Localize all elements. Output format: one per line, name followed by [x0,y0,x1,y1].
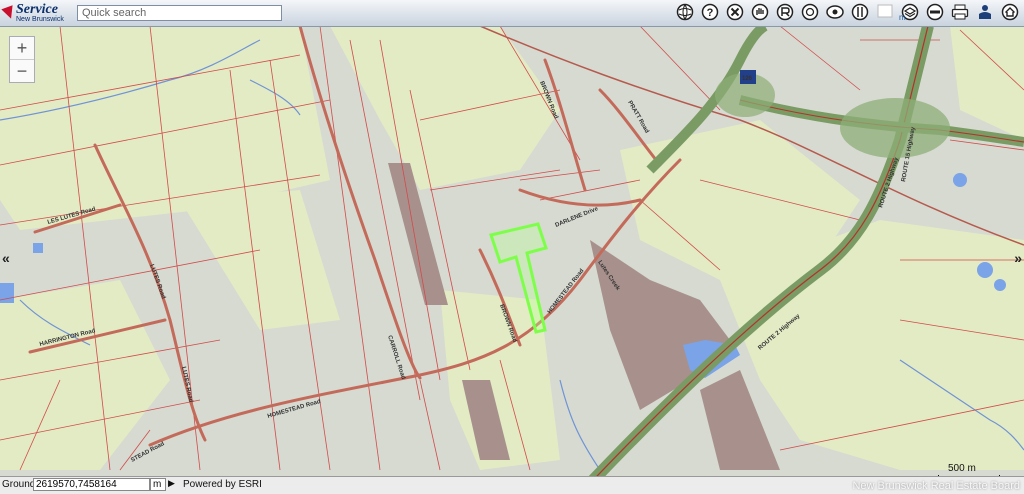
coordinate-unit-select[interactable]: m [150,478,166,491]
parcel-map[interactable]: LES LUTES Road LUTES Road LUTES Road HAR… [0,0,1024,494]
identify-icon[interactable] [775,2,795,22]
clear-icon[interactable] [725,2,745,22]
left-panel-toggle-icon[interactable]: « [2,250,10,266]
watermark: New Brunswick Real Estate Board [852,480,1020,492]
zoom-control: + − [9,36,35,83]
basemap-icon[interactable] [925,2,945,22]
go-to-coordinate-button[interactable]: ▶ [168,478,175,489]
zoom-in-button[interactable]: + [10,37,34,59]
measure-icon[interactable] [800,2,820,22]
logo-line1: Service [16,2,58,17]
logo-mark-icon [1,5,17,21]
top-toolbar: Service New Brunswick ? [0,0,1024,27]
globe-icon[interactable] [675,2,695,22]
toolbar-icons: ? [675,2,1020,22]
service-nb-logo[interactable]: Service New Brunswick [1,2,64,24]
powered-by-label: Powered by ESRI [183,479,262,490]
map-units-icon[interactable] [875,2,895,22]
right-panel-toggle-icon[interactable]: » [1014,250,1022,266]
logo-text: Service New Brunswick [16,2,64,24]
ground-label: Ground [2,479,36,490]
pan-icon[interactable] [750,2,770,22]
svg-text:?: ? [707,7,714,19]
home-icon[interactable] [1000,2,1020,22]
help-icon[interactable]: ? [700,2,720,22]
scale-label: 500 m [948,463,976,474]
logo-line2: New Brunswick [16,16,64,23]
print-icon[interactable] [950,2,970,22]
zoom-out-button[interactable]: − [10,59,34,82]
quick-search-input[interactable] [77,5,282,21]
profile-icon[interactable] [975,2,995,22]
overview-icon[interactable] [825,2,845,22]
map-units-label: m [899,13,906,22]
coordinate-input[interactable] [33,478,150,491]
label-shield: 126 [742,76,753,82]
split-view-icon[interactable] [850,2,870,22]
